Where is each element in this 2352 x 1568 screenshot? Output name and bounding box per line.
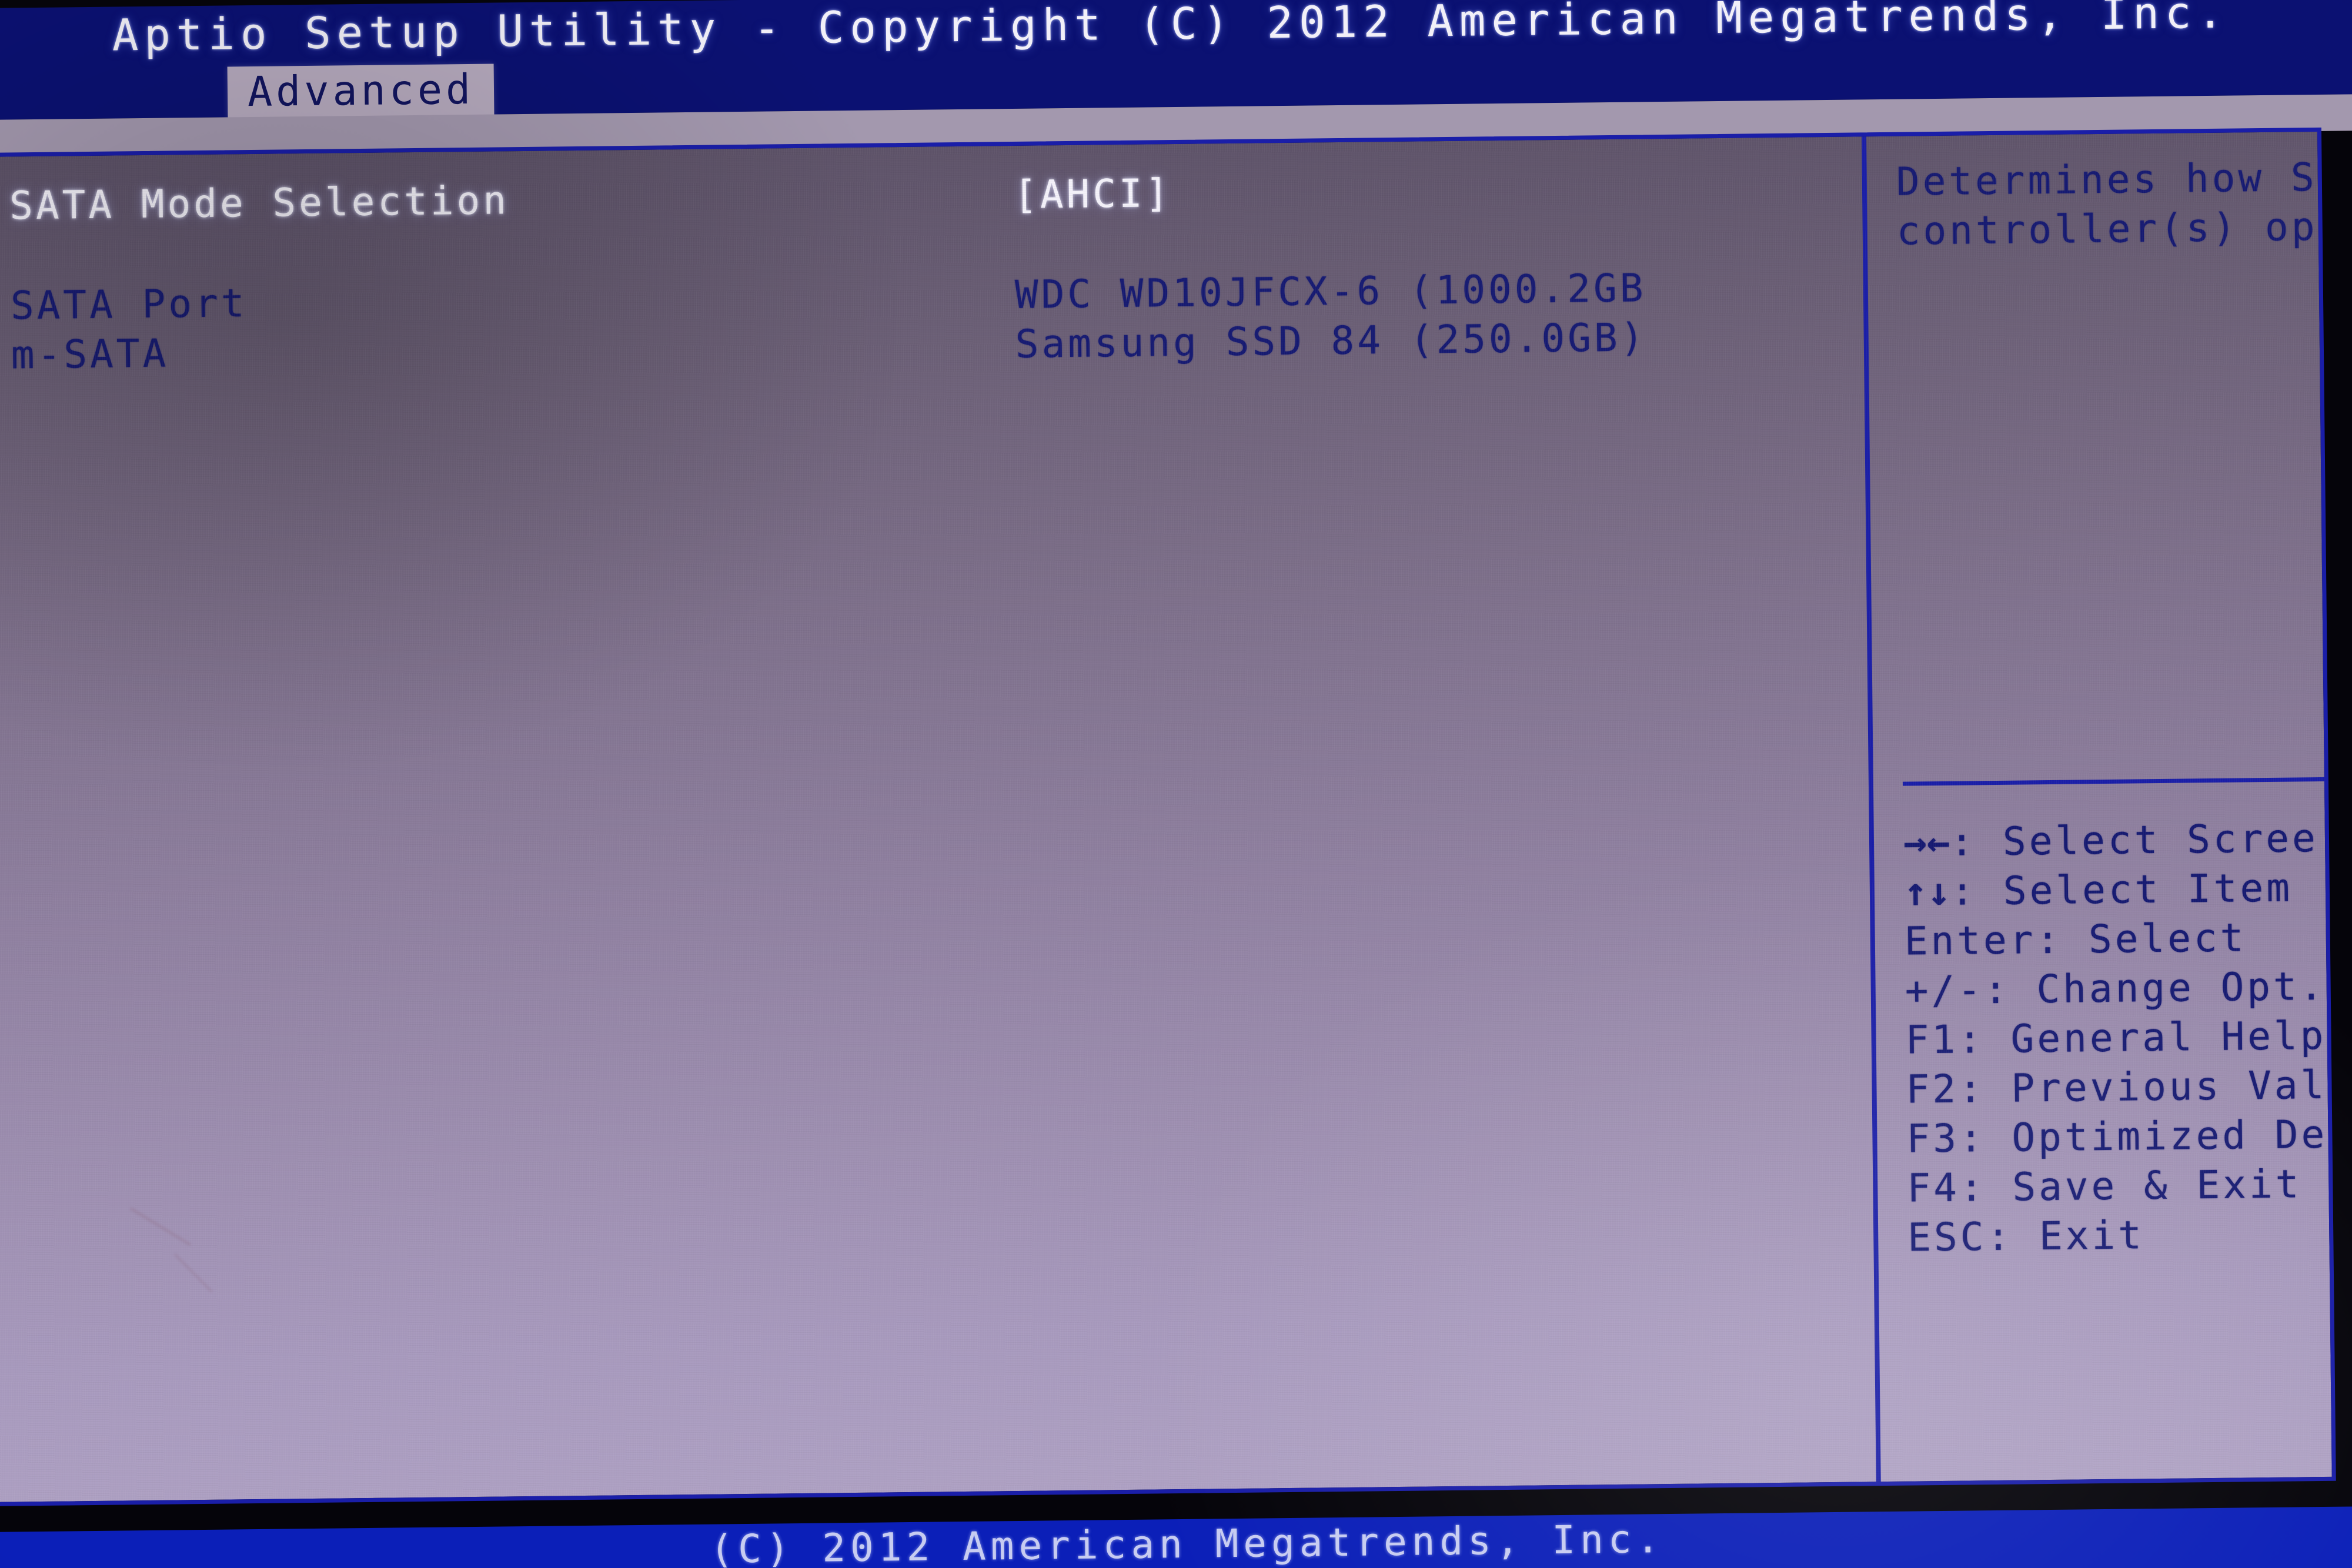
setting-label: SATA Mode Selection <box>9 178 510 229</box>
help-description-line: Determines how S <box>1896 154 2317 205</box>
legend-separator: : <box>1958 1066 1986 1112</box>
legend-action: Select Item <box>2003 865 2293 914</box>
legend-action: Exit <box>2039 1212 2145 1259</box>
legend-item-change-opt: +/-: Change Opt. <box>1905 960 2331 1016</box>
legend-item-optimized-defaults: F3: Optimized De <box>1906 1108 2332 1164</box>
setting-value: WDC WD10JFCX-6 (1000.2GB <box>1014 265 1646 317</box>
legend-item-previous-values: F2: Previous Val <box>1906 1059 2332 1115</box>
screen-smudge <box>129 1206 192 1246</box>
legend-action: Select <box>2088 915 2247 962</box>
legend-item-save-and-exit: F4: Save & Exit <box>1907 1158 2332 1213</box>
legend-item-general-help: F1: General Help <box>1905 1009 2332 1065</box>
bios-screen: Aptio Setup Utility - Copyright (C) 2012… <box>0 0 2352 1568</box>
help-pane: Determines how S controller(s) op →←: Se… <box>1866 132 2332 1482</box>
footer-copyright: (C) 2012 American Megatrends, Inc. <box>709 1516 1665 1568</box>
arrow-left-right-icon: →← <box>1903 819 1950 865</box>
setting-value: Samsung SSD 84 (250.0GB) <box>1015 315 1647 367</box>
legend-action: Previous Val <box>2011 1062 2327 1111</box>
settings-pane: SATA Mode Selection [AHCI] SATA Port WDC… <box>0 136 1875 1502</box>
footer-bar: (C) 2012 American Megatrends, Inc. <box>0 1506 2352 1568</box>
legend-action: Change Opt. <box>2036 963 2326 1012</box>
legend-key: F3 <box>1906 1115 1960 1162</box>
legend-key: F4 <box>1906 1165 1960 1211</box>
help-description: Determines how S controller(s) op <box>1896 151 2331 256</box>
legend-separator: : <box>1983 967 2011 1013</box>
legend-separator: : <box>1950 819 1977 865</box>
legend-action: Optimized De <box>2012 1111 2328 1161</box>
legend-separator: : <box>1950 868 1977 914</box>
legend-key: F1 <box>1905 1017 1959 1063</box>
help-separator <box>1902 775 2332 786</box>
screen-smudge <box>173 1253 213 1293</box>
arrow-up-down-icon: ↑↓ <box>1903 868 1951 915</box>
legend-separator: : <box>1986 1213 2013 1260</box>
legend-separator: : <box>1959 1115 1986 1161</box>
key-legend: →←: Select Scree ↑↓: Select Item Enter: … <box>1903 812 2332 1263</box>
legend-item-enter-select: Enter: Select <box>1904 911 2331 967</box>
help-description-line: controller(s) op <box>1896 203 2318 254</box>
photographed-screen: Aptio Setup Utility - Copyright (C) 2012… <box>0 0 2352 1568</box>
setting-row-sata-mode-selection[interactable]: SATA Mode Selection [AHCI] <box>0 161 1860 231</box>
legend-key: +/- <box>1905 967 1984 1014</box>
setting-label: m-SATA <box>11 330 169 378</box>
legend-action: General Help <box>2010 1012 2327 1062</box>
legend-separator: : <box>1957 1017 1985 1062</box>
legend-action: Select Scree <box>2002 815 2319 864</box>
legend-action: Save & Exit <box>2012 1161 2302 1210</box>
setting-value[interactable]: [AHCI] <box>1014 169 1172 220</box>
legend-separator: : <box>2036 917 2063 963</box>
legend-separator: : <box>1959 1165 1987 1211</box>
legend-key: ESC <box>1907 1214 1987 1261</box>
legend-item-exit: ESC: Exit <box>1907 1207 2332 1263</box>
setting-label: SATA Port <box>10 280 248 329</box>
legend-item-select-screen: →←: Select Scree <box>1903 812 2332 868</box>
content-frame: SATA Mode Selection [AHCI] SATA Port WDC… <box>0 127 2336 1506</box>
tab-advanced[interactable]: Advanced <box>227 63 495 119</box>
legend-item-select-item: ↑↓: Select Item <box>1903 861 2331 917</box>
legend-key: Enter <box>1904 917 2036 964</box>
legend-key: F2 <box>1906 1066 1959 1112</box>
